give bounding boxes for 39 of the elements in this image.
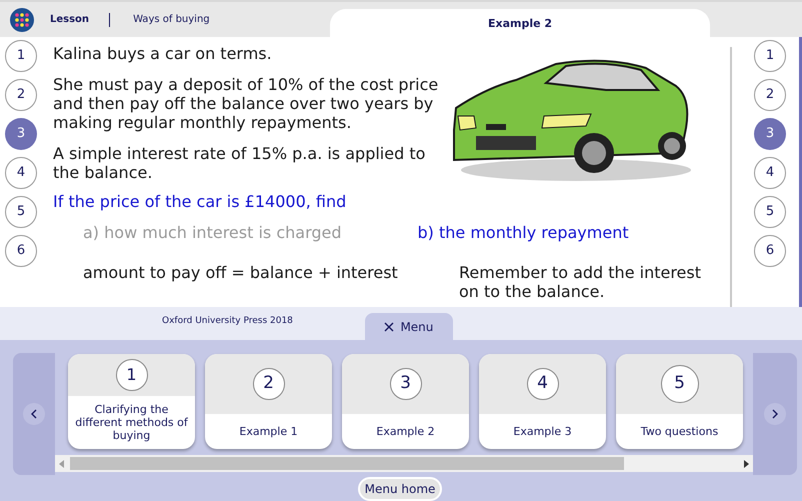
card-title: Example 3	[512, 424, 573, 440]
step-button[interactable]: 5	[5, 196, 37, 228]
card-number: 5	[660, 365, 698, 403]
step-button[interactable]: 6	[754, 235, 786, 267]
lesson-card[interactable]: 5 Two questions	[616, 354, 743, 449]
card-title: Two questions	[640, 424, 720, 440]
step-button[interactable]: 2	[754, 79, 786, 111]
question-part[interactable]: b) the monthly repayment	[418, 223, 629, 242]
step-button[interactable]: 1	[5, 40, 37, 72]
card-number: 3	[390, 368, 422, 400]
copyright-text: Oxford University Press 2018	[162, 314, 293, 328]
step-button[interactable]: 4	[754, 157, 786, 189]
lesson-card[interactable]: 4 Example 3	[479, 354, 606, 449]
paragraph-text: She must pay a deposit of 10% of the cost price and then pay off the balance over two years by making regular monthly repayments.	[53, 75, 440, 132]
step-button[interactable]: 3	[754, 118, 786, 150]
lesson-card[interactable]: 3 Example 2	[342, 354, 469, 449]
card-title: Example 1	[238, 424, 299, 440]
menu-home-button[interactable]: Menu home	[358, 477, 442, 501]
step-button[interactable]: 4	[5, 157, 37, 189]
step-button[interactable]: 6	[5, 235, 37, 267]
paragraph-text: Kalina buys a car on terms.	[53, 44, 273, 63]
question-text: If the price of the car is £14000, find	[53, 192, 348, 211]
lesson-card[interactable]: 1 Clarifying the different methods of buying	[68, 354, 195, 449]
card-number: 2	[252, 368, 284, 400]
step-button[interactable]: 2	[5, 79, 37, 111]
step-button[interactable]: 5	[754, 196, 786, 228]
card-title: Clarifying the different methods of buying	[74, 402, 189, 444]
card-number: 1	[116, 359, 148, 391]
paragraph-text: A simple interest rate of 15% p.a. is applied to the balance.	[53, 144, 426, 182]
menu-tab[interactable]: Menu	[364, 313, 453, 340]
card-number: 4	[526, 368, 558, 400]
lesson-title: Ways of buying	[133, 13, 210, 27]
hint-text: Remember to add the interest on to the balance.	[459, 263, 702, 301]
lesson-card[interactable]: 2 Example 1	[205, 354, 332, 449]
working-text: amount to pay off = balance + interest	[83, 263, 399, 284]
card-title: Example 2	[375, 424, 436, 440]
section-label: Lesson	[50, 13, 90, 27]
step-button[interactable]: 3	[5, 118, 37, 150]
step-button[interactable]: 1	[754, 40, 786, 72]
